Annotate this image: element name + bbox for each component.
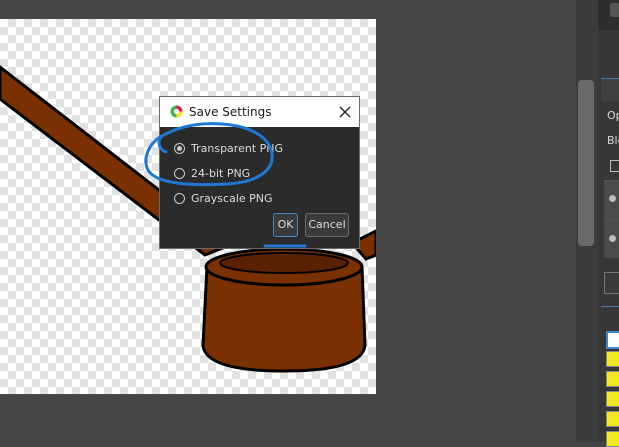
radio-24bit-png[interactable]: [174, 168, 185, 179]
panel-label-opacity: Op: [607, 109, 619, 122]
radio-label-24bit-png[interactable]: 24-bit PNG: [191, 167, 250, 180]
save-settings-dialog: Save Settings Transparent PNG 24-bit PNG…: [159, 96, 360, 249]
gear-icon[interactable]: [610, 3, 619, 17]
radio-transparent-png[interactable]: [174, 143, 185, 154]
color-swatch[interactable]: [606, 331, 619, 349]
close-icon[interactable]: [336, 103, 354, 121]
panel-button[interactable]: [604, 272, 619, 294]
color-swatch[interactable]: [606, 391, 619, 407]
dialog-title: Save Settings: [189, 105, 272, 119]
app-icon: [170, 105, 183, 118]
cancel-button[interactable]: Cancel: [305, 213, 349, 237]
panel-label-blend: Ble: [607, 134, 619, 147]
radio-grayscale-png[interactable]: [174, 193, 185, 204]
panel-divider: [601, 306, 619, 307]
layer-visibility-radio[interactable]: [609, 235, 616, 242]
color-swatch[interactable]: [606, 431, 619, 447]
radio-label-grayscale-png[interactable]: Grayscale PNG: [191, 192, 273, 205]
color-swatch[interactable]: [606, 371, 619, 387]
color-swatch[interactable]: [606, 411, 619, 427]
panel-checkbox[interactable]: [610, 160, 619, 172]
scrollbar-thumb[interactable]: [578, 80, 594, 246]
layer-visibility-radio[interactable]: [609, 195, 616, 202]
color-swatch[interactable]: [606, 351, 619, 367]
radio-label-transparent-png[interactable]: Transparent PNG: [191, 142, 283, 155]
panel-tab[interactable]: [601, 78, 619, 101]
dialog-titlebar[interactable]: Save Settings: [160, 97, 359, 127]
ok-button[interactable]: OK: [273, 213, 298, 237]
